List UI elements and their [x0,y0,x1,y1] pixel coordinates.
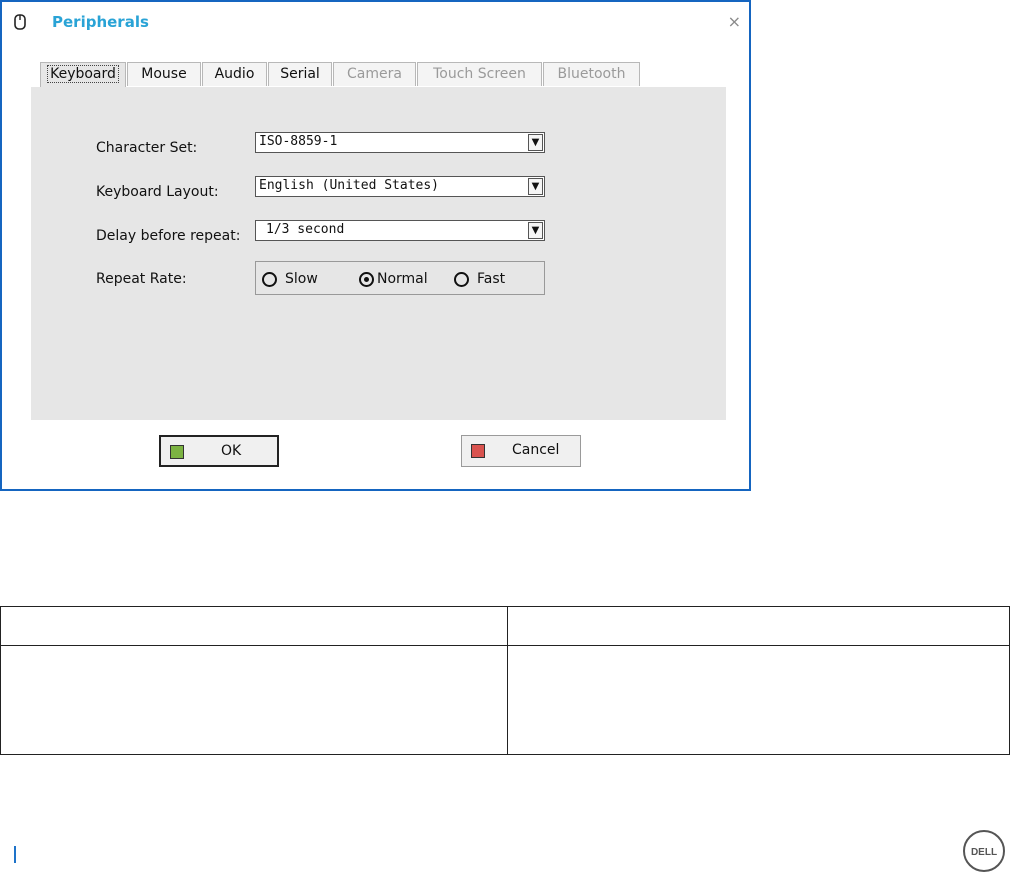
keyboard-layout-select[interactable]: English (United States) ▼ [255,176,545,197]
delay-before-repeat-value: 1/3 second [266,222,345,237]
peripherals-dialog: Peripherals × Keyboard Mouse Audio Seria… [0,0,751,491]
footer-accent-bar [14,846,16,863]
keyboard-layout-value: English (United States) [259,178,440,193]
character-set-select[interactable]: ISO-8859-1 ▼ [255,132,545,153]
delay-before-repeat-select[interactable]: 1/3 second ▼ [255,220,545,241]
tab-mouse[interactable]: Mouse [127,62,201,86]
cancel-button[interactable]: Cancel [461,435,581,467]
radio-off-icon [454,272,469,287]
radio-on-icon [359,272,374,287]
keyboard-panel: Character Set: ISO-8859-1 ▼ Keyboard Lay… [31,87,726,420]
delay-before-repeat-label: Delay before repeat: [96,228,241,244]
cancel-icon [471,444,485,458]
tab-bluetooth[interactable]: Bluetooth [543,62,640,86]
dell-logo: DELL [963,830,1005,872]
dropdown-arrow-icon[interactable]: ▼ [528,134,543,151]
radio-off-icon [262,272,277,287]
svg-text:DELL: DELL [971,847,997,858]
dropdown-arrow-icon[interactable]: ▼ [528,222,543,239]
dialog-titlebar: Peripherals × [2,2,749,46]
table-header-row [1,607,1009,646]
check-icon [170,445,184,459]
close-icon[interactable]: × [728,14,741,30]
dropdown-arrow-icon[interactable]: ▼ [528,178,543,195]
character-set-label: Character Set: [96,140,198,156]
table-header-cell [1,607,508,645]
tab-serial[interactable]: Serial [268,62,332,86]
mouse-icon [14,14,26,30]
ok-button[interactable]: OK [159,435,279,467]
table-cell [1,645,508,754]
tab-audio[interactable]: Audio [202,62,267,86]
dialog-title: Peripherals [52,13,149,31]
info-table [0,606,1010,755]
tab-camera[interactable]: Camera [333,62,416,86]
table-header-cell [508,607,1009,645]
tab-touch-screen[interactable]: Touch Screen [417,62,542,86]
keyboard-layout-label: Keyboard Layout: [96,184,219,200]
repeat-rate-group: Slow Normal Fast [255,261,545,295]
character-set-value: ISO-8859-1 [259,134,338,149]
table-row [1,645,1009,754]
table-cell [508,645,1009,754]
repeat-rate-label: Repeat Rate: [96,271,187,287]
tab-keyboard[interactable]: Keyboard [40,62,126,88]
